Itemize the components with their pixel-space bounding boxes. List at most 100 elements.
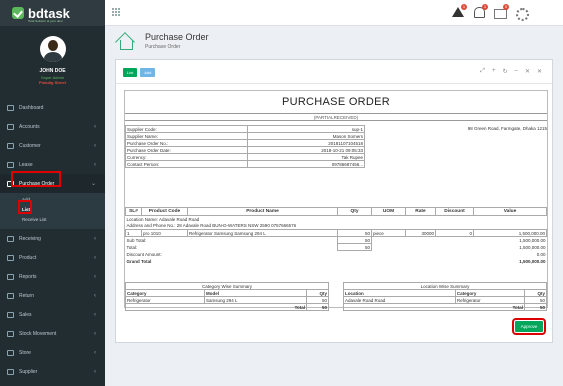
sidebar-item-dashboard[interactable]: Dashboard <box>0 98 105 117</box>
sidebar-item-reports[interactable]: Reports ‹ <box>0 267 105 286</box>
sidebar-item-label: Receiving <box>19 235 41 242</box>
wallet-icon <box>7 123 14 130</box>
submenu-item-add[interactable]: Add <box>22 195 105 205</box>
grand-total-label: Grand Total <box>126 258 152 264</box>
return-icon <box>7 292 14 299</box>
sub-total-value: 1,500,000.00 <box>519 237 546 243</box>
item-rate: 30000 <box>405 229 436 237</box>
page-subtitle: Purchase Order <box>145 44 181 50</box>
supplier-icon <box>7 368 14 375</box>
sidebar-nav: Dashboard Accounts ‹ Customer ‹ Lease ‹ … <box>0 98 105 381</box>
total-qty: 50 <box>337 243 372 251</box>
approve-button[interactable]: Approve <box>512 318 546 335</box>
item-name: Refrigerator Samsung Samsung 294 L <box>187 229 338 237</box>
supplier-info-table: Supplier Code: sup-1 Supplier Name: Mason … <box>124 125 365 168</box>
chevron-left-icon: ‹ <box>94 123 96 130</box>
address-row: Address and Phone No.: 28 Adavale Road B… <box>126 223 547 230</box>
sidebar-item-return[interactable]: Return ‹ <box>0 286 105 305</box>
total-label: Total: <box>126 244 138 250</box>
grid-menu-icon[interactable] <box>112 8 120 16</box>
chevron-left-icon: ‹ <box>94 349 96 356</box>
list-button[interactable]: List <box>123 68 138 77</box>
minimize-icon[interactable]: – <box>515 68 518 75</box>
discount-label: Discount Amount: <box>126 251 162 257</box>
sidebar-item-sales[interactable]: Sales ‹ <box>0 305 105 324</box>
supplier-address: 98 Green Road, Farmgate, Dhaka 1215 <box>467 126 547 131</box>
location-summary-caption: Location Wise Summary <box>343 282 547 290</box>
sub-total-label: Sub Total: <box>126 237 147 243</box>
info-row: Supplier Code: sup-1 <box>124 125 365 133</box>
column-header: Category <box>454 289 526 297</box>
fullscreen-icon[interactable]: ✕ <box>525 68 530 75</box>
info-row: Purchase Order No.: 20181107104518 <box>124 139 365 147</box>
chevron-left-icon: ‹ <box>94 161 96 168</box>
purchase-order-panel: List Add ⤢ + ↻ – ✕ ✕ PURCHASE ORDER (PAR… <box>115 59 553 343</box>
table-row: Adavale Road Road Refrigerator 50 <box>343 296 547 304</box>
total-value: 1,500,000.00 <box>519 244 546 250</box>
submenu-item-list[interactable]: List <box>22 205 105 215</box>
column-header: Category <box>124 289 206 297</box>
close-icon[interactable]: ✕ <box>537 68 542 75</box>
sidebar-item-label: Accounts <box>19 123 40 130</box>
chevron-left-icon: ‹ <box>94 368 96 375</box>
store-icon <box>7 349 14 356</box>
info-label: Currency: <box>124 153 249 161</box>
column-header: Model <box>204 289 307 297</box>
summary-total: 50 <box>524 303 547 311</box>
sub-total-row: Sub Total: 50 1,500,000.00 <box>126 236 547 244</box>
submenu-item-receive-list[interactable]: Receive List <box>22 215 105 225</box>
sidebar-item-accounts[interactable]: Accounts ‹ <box>0 117 105 136</box>
column-header: Qty <box>524 289 547 297</box>
sidebar-item-label: Supplier <box>19 368 38 375</box>
summary-model: Samsung 294 L <box>204 296 307 304</box>
sidebar-item-supplier[interactable]: Supplier ‹ <box>0 362 105 381</box>
item-uom: piece <box>371 229 406 237</box>
items-header-row: SL# Product Code Product Name Qty UOM Ra… <box>125 207 547 216</box>
expand-icon[interactable]: ⤢ <box>480 68 485 75</box>
info-row: Currency: Tak Rupee <box>124 153 365 161</box>
chevron-down-icon: ⌄ <box>90 181 96 187</box>
logo[interactable]: bdtask Total Solution at your door <box>0 0 105 26</box>
item-discount: 0 <box>435 229 474 237</box>
info-row: Supplier Name: Mason Somers <box>124 132 365 140</box>
sidebar-item-label: Sales <box>19 311 32 318</box>
sales-icon <box>7 311 14 318</box>
logo-tagline: Total Solution at your door <box>28 19 63 23</box>
summary-qty: 50 <box>306 296 329 304</box>
warning-badge: 1 <box>461 4 467 10</box>
location-row: Location Name: Adavale Road Road <box>126 216 547 223</box>
avatar <box>39 36 66 62</box>
home-icon <box>7 104 14 111</box>
sidebar-item-store[interactable]: Store ‹ <box>0 343 105 362</box>
mail-icon[interactable]: 0 <box>493 4 509 19</box>
stock-icon <box>7 330 14 337</box>
sidebar-item-product[interactable]: Product ‹ <box>0 248 105 267</box>
bell-icon[interactable]: 1 <box>472 4 488 19</box>
total-row: Total: 50 1,500,000.00 <box>126 243 547 251</box>
address-line: Address and Phone No.: 28 Adavale Road B… <box>126 223 297 229</box>
box-icon <box>7 254 14 261</box>
info-value: 2018-10-21 09:05:33 <box>247 146 365 154</box>
gear-icon[interactable] <box>514 6 529 21</box>
panel-divider <box>116 83 552 84</box>
summary-total-label: Total <box>125 303 307 311</box>
item-code: pro 1010 <box>141 229 188 237</box>
column-header: Product Code <box>141 207 188 216</box>
discount-row: Discount Amount: 0.00 <box>126 251 547 258</box>
info-label: Contact Person: <box>124 160 249 168</box>
sidebar-item-customer[interactable]: Customer ‹ <box>0 136 105 155</box>
add-button[interactable]: Add <box>140 68 156 77</box>
tag-icon <box>7 161 14 168</box>
sidebar-item-receiving[interactable]: Receiving ‹ <box>0 229 105 248</box>
info-label: Purchase Order No.: <box>124 139 249 147</box>
sidebar-item-label: Store <box>19 349 31 356</box>
panel-actions: ⤢ + ↻ – ✕ ✕ <box>480 68 542 75</box>
warning-icon[interactable]: 1 <box>451 4 467 19</box>
sidebar-item-stock-movement[interactable]: Stock Movement ‹ <box>0 324 105 343</box>
sidebar-item-label: Customer <box>19 142 41 149</box>
refresh-icon[interactable]: ↻ <box>503 68 508 75</box>
chevron-left-icon: ‹ <box>94 142 96 149</box>
chevron-left-icon: ‹ <box>94 235 96 242</box>
column-header: Qty <box>306 289 329 297</box>
add-icon[interactable]: + <box>492 68 496 75</box>
